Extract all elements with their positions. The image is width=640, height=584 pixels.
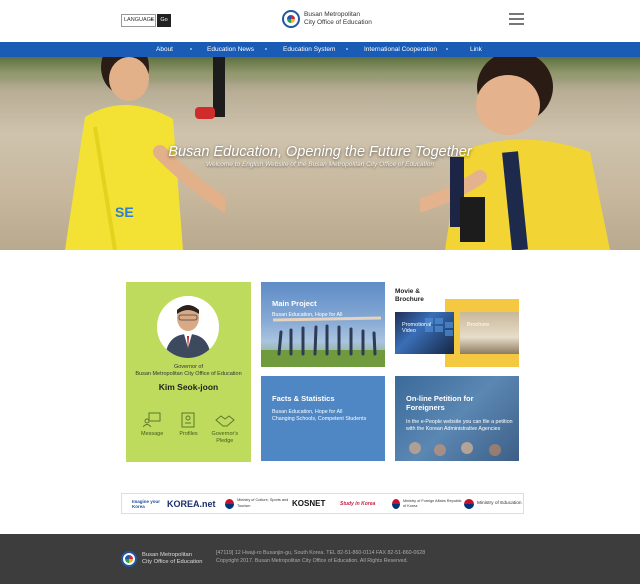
partner-imagine-korea[interactable]: Imagine your Korea: [132, 494, 162, 513]
nav-item-education-news[interactable]: Education News: [207, 42, 254, 57]
main-nav: About Education News Education System In…: [0, 42, 640, 57]
partner-ministry-education-label: Ministry of Education: [477, 501, 522, 506]
governor-title-line1: Governor of: [173, 364, 204, 370]
emblem-icon: [121, 551, 137, 567]
governor-message-link[interactable]: Message: [136, 412, 168, 444]
partner-korea-net[interactable]: KOREA.net: [167, 494, 216, 513]
governor-card: Governor of Busan Metropolitan City Offi…: [126, 282, 251, 462]
promotional-video-label: Promotional Video: [402, 322, 431, 334]
site-footer: Busan Metropolitan City Office of Educat…: [0, 534, 640, 584]
promo-label-line2: Video: [402, 328, 416, 334]
governor-profiles-link[interactable]: Profiles: [172, 412, 204, 444]
language-select[interactable]: LANGUAGE ▾: [121, 14, 156, 27]
petition-title-line1: On-line Petition for: [406, 394, 474, 403]
governor-message-label: Message: [140, 431, 164, 437]
nav-item-international-cooperation[interactable]: International Cooperation: [364, 42, 437, 57]
facts-title: Facts & Statistics: [272, 394, 335, 403]
movie-title-line2: Brochure: [395, 296, 424, 303]
partner-kosnet[interactable]: KOSNET: [292, 494, 325, 513]
logo-line2: City Office of Education: [304, 19, 372, 26]
svg-text:SE: SE: [115, 204, 134, 220]
site-header: LANGUAGE ▾ Go Busan Metropolitan City Of…: [0, 0, 640, 42]
nav-divider: [190, 48, 192, 50]
governor-pledge-label: Governor's Pledge: [211, 431, 239, 444]
governor-title-line2: Busan Metropolitan City Office of Educat…: [135, 371, 242, 377]
movie-title-line1: Movie &: [395, 288, 420, 295]
partner-imagine-korea-label: Imagine your Korea: [132, 498, 161, 509]
main-project-image: [261, 316, 385, 367]
partner-kosnet-label: KOSNET: [292, 499, 326, 508]
logo-line1: Busan Metropolitan: [304, 11, 361, 18]
partner-study-in-korea-label: Study in Korea: [340, 500, 376, 507]
hero-subtitle: Welcome to English Website of the Busan …: [205, 161, 435, 168]
partner-culture-ministry-label: Ministry of Culture, Sports and Tourism: [237, 498, 289, 508]
hero-title: Busan Education, Opening the Future Toge…: [168, 144, 472, 160]
taeguk-icon: [392, 498, 400, 509]
brochure-label: Brochure: [467, 322, 490, 328]
nav-divider: [265, 48, 267, 50]
chevron-down-icon: ▾: [150, 17, 153, 23]
petition-title-line2: Foreigners: [406, 403, 445, 412]
main-project-desc: Busan Education, Hope for All: [272, 312, 343, 318]
footer-info: [47119] 12 Hwaji-ro Busanjin-gu, South K…: [216, 550, 425, 565]
footer-logo: Busan Metropolitan City Office of Educat…: [121, 551, 202, 567]
language-selector: LANGUAGE ▾ Go: [121, 14, 171, 27]
partner-logo-strip: Imagine your Korea KOREA.net Ministry of…: [121, 493, 524, 514]
main-project-card[interactable]: Main Project Busan Education, Hope for A…: [261, 282, 385, 367]
partner-foreign-affairs-label: Ministry of Foreign Affairs Republic of …: [402, 498, 462, 508]
footer-copyright: Copyright 2017. Busan Metropolitan City …: [216, 557, 408, 564]
message-icon: [143, 412, 161, 428]
nav-item-link[interactable]: Link: [470, 42, 482, 57]
hero-banner: SE Busan Education, Opening the Future T…: [0, 57, 640, 250]
petition-desc-line1: In the e-People website you can file a p…: [406, 419, 513, 425]
footer-logo-line1: Busan Metropolitan: [142, 551, 192, 558]
taeguk-icon: [464, 498, 474, 509]
main-project-title: Main Project: [272, 299, 317, 308]
facts-statistics-card[interactable]: Facts & Statistics Busan Education, Hope…: [261, 376, 385, 461]
governor-links: Message Profiles Governor's Pledge: [126, 412, 251, 444]
governor-profiles-label: Profiles: [179, 431, 198, 437]
governor-name: Kim Seok-joon: [158, 382, 219, 392]
partner-ministry-education[interactable]: Ministry of Education: [464, 494, 522, 513]
nav-divider: [446, 48, 448, 50]
partner-culture-ministry[interactable]: Ministry of Culture, Sports and Tourism: [225, 494, 297, 513]
footer-logo-line2: City Office of Education: [142, 559, 203, 565]
online-petition-card[interactable]: On-line Petition for Foreigners In the e…: [395, 376, 519, 461]
petition-desc-line2: with the Korean Administrative Agencies: [406, 426, 501, 432]
footer-address: [47119] 12 Hwaji-ro Busanjin-gu, South K…: [216, 550, 426, 556]
governor-portrait-icon: [157, 296, 219, 358]
governor-photo: [157, 296, 219, 358]
emblem-icon: [282, 10, 300, 28]
language-go-button[interactable]: Go: [157, 14, 171, 27]
facts-desc-line2: Changing Schools, Competent Students: [272, 416, 367, 422]
menu-icon[interactable]: [509, 13, 524, 25]
handshake-icon: [215, 415, 235, 427]
nav-divider: [346, 48, 348, 50]
site-logo[interactable]: Busan Metropolitan City Office of Educat…: [282, 10, 372, 28]
profile-icon: [181, 412, 195, 428]
partner-foreign-affairs[interactable]: Ministry of Foreign Affairs Republic of …: [392, 494, 462, 513]
facts-desc-line1: Busan Education, Hope for All: [272, 409, 343, 415]
partner-korea-net-label: KOREA.net: [167, 498, 216, 509]
promotional-video-link[interactable]: Promotional Video: [395, 312, 454, 354]
nav-item-about[interactable]: About: [156, 42, 173, 57]
movie-brochure-card: Movie & Brochure Promotional Video Broch…: [395, 282, 519, 367]
brochure-link[interactable]: Brochure: [460, 312, 519, 354]
nav-item-education-system[interactable]: Education System: [283, 42, 335, 57]
governor-pledge-link[interactable]: Governor's Pledge: [209, 412, 241, 444]
taeguk-icon: [225, 498, 235, 509]
partner-study-in-korea[interactable]: Study in Korea: [340, 494, 375, 513]
